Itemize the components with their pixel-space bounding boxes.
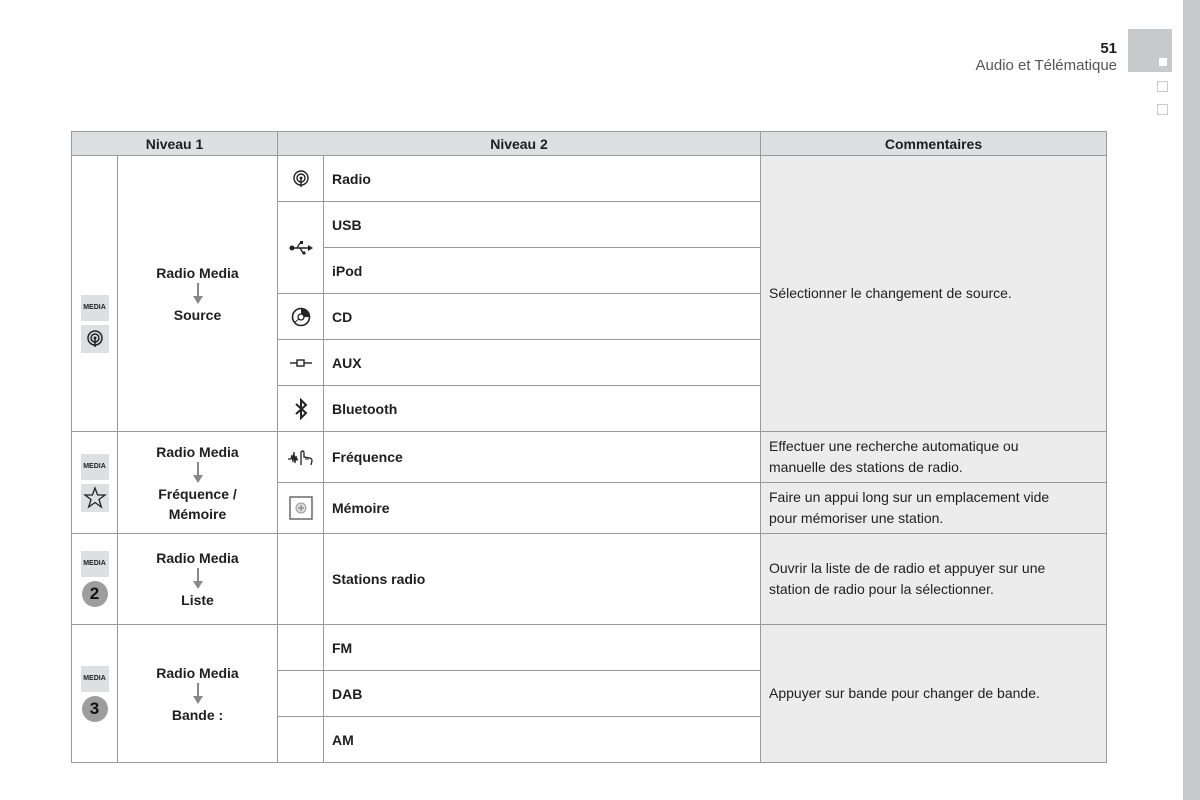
media-button-icon: MEDIA bbox=[80, 294, 109, 321]
level1-label: Radio Media Bande : bbox=[117, 624, 278, 763]
menu-item-stations-radio: Stations radio bbox=[323, 533, 761, 625]
comment: Faire un appui long sur un emplacement v… bbox=[760, 482, 1107, 534]
empty-icon-cell bbox=[277, 716, 324, 763]
menu-item-memoire: Mémoire bbox=[323, 482, 761, 534]
frequency-touch-icon bbox=[277, 431, 324, 483]
menu-item-am: AM bbox=[323, 716, 761, 763]
arrow-down-icon bbox=[192, 682, 203, 704]
empty-icon-cell bbox=[277, 670, 324, 717]
menu-item-aux: AUX bbox=[323, 339, 761, 386]
menu-item-ipod: iPod bbox=[323, 247, 761, 294]
level1-top: Radio Media bbox=[156, 443, 239, 460]
menu-item-radio: Radio bbox=[323, 155, 761, 202]
radio-antenna-icon bbox=[80, 324, 109, 353]
menu-item-dab: DAB bbox=[323, 670, 761, 717]
star-icon bbox=[80, 483, 109, 512]
radio-antenna-icon bbox=[277, 155, 324, 202]
comment-line: manuelle des stations de radio. bbox=[769, 459, 963, 475]
arrow-down-icon bbox=[192, 282, 203, 304]
media-button-icon: MEDIA bbox=[80, 453, 109, 480]
comment-line: station de radio pour la sélectionner. bbox=[769, 581, 994, 597]
level1-bottom: Liste bbox=[181, 592, 214, 608]
level1-keys: MEDIA 2 bbox=[71, 533, 118, 625]
column-header-commentaires: Commentaires bbox=[760, 131, 1107, 156]
comment: Effectuer une recherche automatique ou m… bbox=[760, 431, 1107, 483]
page-number: 51 bbox=[1100, 40, 1117, 57]
table-row: MEDIA Radio Media Source Radio Sélection… bbox=[71, 155, 1107, 432]
comment-line: Faire un appui long sur un emplacement v… bbox=[769, 489, 1050, 505]
empty-icon-cell bbox=[277, 624, 324, 671]
table-row: MEDIA 2 Radio Media Liste Stations radio… bbox=[71, 533, 1107, 625]
media-button-icon: MEDIA bbox=[80, 665, 109, 692]
menu-item-frequence: Fréquence bbox=[323, 431, 761, 483]
page-edge-strip bbox=[1183, 0, 1200, 800]
level1-bottom: Fréquence / bbox=[158, 485, 237, 502]
chapter-marker bbox=[1157, 81, 1168, 92]
chapter-marker-active bbox=[1159, 58, 1167, 66]
comment-line: pour mémoriser une station. bbox=[769, 510, 944, 526]
level1-keys: MEDIA bbox=[71, 431, 118, 534]
comment-line: Effectuer une recherche automatique ou bbox=[769, 438, 1019, 454]
column-header-niveau1: Niveau 1 bbox=[71, 131, 278, 156]
comment-line: Ouvrir la liste de de radio et appuyer s… bbox=[769, 560, 1046, 576]
column-header-niveau2: Niveau 2 bbox=[277, 131, 761, 156]
table-row: MEDIA Radio Media Fréquence / Mémoire Fr… bbox=[71, 431, 1107, 534]
menu-table: Niveau 1 Niveau 2 Commentaires MEDIA Rad… bbox=[71, 131, 1107, 763]
menu-item-bluetooth: Bluetooth bbox=[323, 385, 761, 432]
table-header-row: Niveau 1 Niveau 2 Commentaires bbox=[71, 131, 1107, 156]
number-3-button-icon: 3 bbox=[81, 695, 108, 722]
bluetooth-icon bbox=[277, 385, 324, 432]
empty-icon-cell bbox=[277, 533, 324, 625]
comment: Sélectionner le changement de source. bbox=[760, 155, 1107, 432]
add-memory-icon bbox=[277, 482, 324, 534]
level1-label: Radio Media Fréquence / Mémoire bbox=[117, 431, 278, 534]
level1-top: Radio Media bbox=[156, 264, 239, 281]
level1-bottom: Bande : bbox=[171, 706, 224, 723]
menu-item-fm: FM bbox=[323, 624, 761, 671]
level1-bottom: Mémoire bbox=[168, 505, 227, 522]
aux-jack-icon bbox=[277, 339, 324, 386]
section-title: Audio et Télématique bbox=[975, 57, 1117, 74]
menu-item-usb: USB bbox=[323, 201, 761, 248]
media-button-icon: MEDIA bbox=[80, 551, 109, 577]
number-2-button-icon: 2 bbox=[81, 581, 108, 607]
comment: Ouvrir la liste de de radio et appuyer s… bbox=[760, 533, 1107, 625]
arrow-down-icon bbox=[192, 568, 203, 589]
chapter-marker bbox=[1157, 104, 1168, 115]
comment: Appuyer sur bande pour changer de bande. bbox=[760, 624, 1107, 763]
level1-keys: MEDIA bbox=[71, 155, 118, 432]
level1-top: Radio Media bbox=[156, 550, 239, 566]
table-row: MEDIA 3 Radio Media Bande : FM Appuyer s… bbox=[71, 624, 1107, 763]
level1-label: Radio Media Liste bbox=[117, 533, 278, 625]
level1-keys: MEDIA 3 bbox=[71, 624, 118, 763]
level1-top: Radio Media bbox=[156, 664, 239, 681]
level1-bottom: Source bbox=[173, 306, 222, 323]
cd-icon bbox=[277, 293, 324, 340]
arrow-down-icon bbox=[192, 461, 203, 483]
usb-icon bbox=[277, 201, 324, 294]
menu-item-cd: CD bbox=[323, 293, 761, 340]
level1-label: Radio Media Source bbox=[117, 155, 278, 432]
